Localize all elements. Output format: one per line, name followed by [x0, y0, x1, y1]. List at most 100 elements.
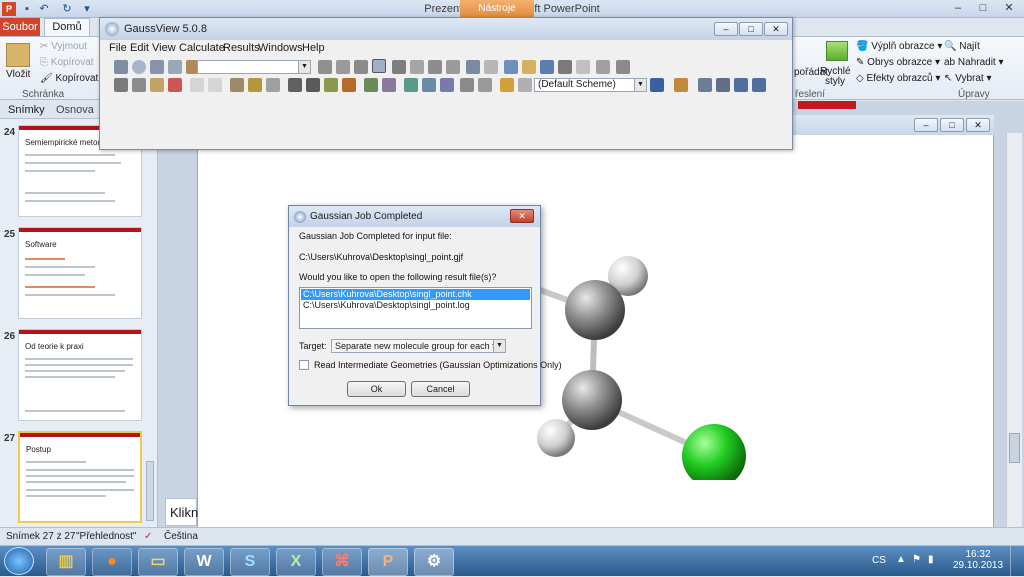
open-icon[interactable]: [522, 60, 536, 74]
r-group-icon[interactable]: [150, 60, 164, 74]
window-cascade-icon[interactable]: [478, 78, 492, 92]
slides-scrollbar[interactable]: [146, 461, 154, 521]
paste-tool-icon[interactable]: [150, 78, 164, 92]
ok-button[interactable]: Ok: [347, 381, 406, 397]
redo-icon[interactable]: ↻: [60, 2, 74, 16]
inquire-icon[interactable]: [372, 59, 386, 73]
redo-tool-icon[interactable]: [208, 78, 222, 92]
fit-icon[interactable]: [440, 78, 454, 92]
r-label-icon[interactable]: [306, 78, 320, 92]
window-layout-icon[interactable]: [698, 78, 712, 92]
shape-fill-button[interactable]: 🪣 Výplň obrazce ▾: [856, 41, 942, 52]
show-desktop-button[interactable]: [1010, 546, 1024, 577]
bond-icon[interactable]: [318, 60, 332, 74]
delete-atom-icon[interactable]: [410, 60, 424, 74]
tool-icon[interactable]: [674, 78, 688, 92]
fragment-combobox[interactable]: ▼: [197, 60, 311, 74]
close-button[interactable]: ✕: [998, 1, 1020, 16]
paste-button[interactable]: Vložit: [6, 69, 30, 80]
zoom-out-icon[interactable]: [422, 78, 436, 92]
dihedral-icon[interactable]: [354, 60, 368, 74]
tab-slides[interactable]: Snímky: [8, 104, 45, 116]
color-scheme-icon[interactable]: [500, 78, 514, 92]
list-icon[interactable]: [616, 60, 630, 74]
taskbar-skype-icon[interactable]: S: [230, 548, 270, 576]
tray-network-icon[interactable]: ▮: [928, 554, 934, 565]
language-indicator[interactable]: Čeština: [164, 531, 198, 542]
globe-icon[interactable]: [650, 78, 664, 92]
scrollbar-thumb[interactable]: [1009, 433, 1020, 463]
menu-results[interactable]: Results: [223, 42, 260, 54]
taskbar-firefox-icon[interactable]: ●: [92, 548, 132, 576]
customize-quick-access-icon[interactable]: ▾: [80, 2, 94, 16]
molecule-window-minimize-button[interactable]: –: [914, 118, 938, 132]
taskbar-winrar-icon[interactable]: ▥: [46, 548, 86, 576]
spellcheck-icon[interactable]: ✓: [144, 531, 152, 542]
taskbar-gaussview-icon[interactable]: ⚙: [414, 548, 454, 576]
slide-thumbnail[interactable]: Software: [18, 227, 142, 319]
tray-expand-icon[interactable]: ▲: [896, 554, 906, 565]
tab-outline[interactable]: Osnova: [56, 104, 94, 116]
carbon-atom[interactable]: [562, 370, 622, 430]
gaussview-minimize-button[interactable]: –: [714, 22, 738, 36]
taskbar-word-icon[interactable]: W: [184, 548, 224, 576]
scheme-settings-icon[interactable]: [518, 78, 532, 92]
taskbar-acrobat-icon[interactable]: ⌘: [322, 548, 362, 576]
theme-name[interactable]: "Přehlednost": [76, 531, 136, 542]
menu-edit[interactable]: Edit: [130, 42, 149, 54]
print-icon[interactable]: [558, 60, 572, 74]
cut-icon[interactable]: [114, 78, 128, 92]
print-preview-icon[interactable]: [576, 60, 590, 74]
quick-styles-button[interactable]: Rychlé styly: [820, 67, 851, 87]
vertical-scrollbar[interactable]: [1006, 133, 1022, 533]
select-button[interactable]: ↖ Vybrat ▾: [944, 73, 992, 84]
paste-icon[interactable]: [6, 43, 30, 67]
powerpoint-app-icon[interactable]: P: [2, 2, 16, 16]
render-icon[interactable]: [266, 78, 280, 92]
menu-calculate[interactable]: Calculate: [179, 42, 225, 54]
color-scheme-combobox[interactable]: (Default Scheme) ▼: [534, 78, 647, 92]
builder-icon[interactable]: [114, 60, 128, 74]
maximize-button[interactable]: □: [972, 1, 994, 16]
menu-windows[interactable]: Windows: [258, 42, 303, 54]
back-arrow-icon[interactable]: [734, 78, 748, 92]
symmetrize-icon[interactable]: [466, 60, 480, 74]
copy-button[interactable]: ⎘ Kopírovat: [40, 57, 94, 68]
undo-tool-icon[interactable]: [190, 78, 204, 92]
angle-icon[interactable]: [336, 60, 350, 74]
painter-icon[interactable]: [248, 78, 262, 92]
shape-effects-button[interactable]: ◇ Efekty obrazců ▾: [856, 73, 940, 84]
bonds-icon[interactable]: [324, 78, 338, 92]
hydrogen-tool-icon[interactable]: [230, 78, 244, 92]
save-icon[interactable]: ▪: [20, 2, 34, 16]
cut-button[interactable]: ✂ Vyjmout: [40, 41, 87, 52]
image-export-icon[interactable]: [596, 60, 610, 74]
tab-file[interactable]: Soubor: [0, 18, 40, 36]
rebond-icon[interactable]: [446, 60, 460, 74]
taskbar-explorer-icon[interactable]: ▭: [138, 548, 178, 576]
list-item[interactable]: C:\Users\Kuhrova\Desktop\singl_point.log: [301, 300, 530, 311]
intermediate-geometries-checkbox[interactable]: [299, 360, 309, 370]
dialog-close-button[interactable]: ✕: [510, 209, 534, 223]
grid-icon[interactable]: [716, 78, 730, 92]
text-label-icon[interactable]: [288, 78, 302, 92]
ring-fragment-icon[interactable]: [132, 60, 146, 74]
start-button[interactable]: [4, 547, 34, 575]
gaussview-maximize-button[interactable]: □: [739, 22, 763, 36]
drawing-tools-context-tab[interactable]: Nástroje kreslení: [460, 0, 534, 32]
slide-thumbnail-selected[interactable]: Postup: [18, 431, 142, 523]
tab-home[interactable]: Domů: [44, 18, 90, 36]
chlorine-atom[interactable]: [682, 424, 746, 480]
replace-button[interactable]: ab Nahradit ▾: [944, 57, 1004, 68]
minimize-button[interactable]: –: [947, 1, 969, 16]
gaussview-close-button[interactable]: ✕: [764, 22, 788, 36]
clean-icon[interactable]: [428, 60, 442, 74]
window-tile-icon[interactable]: [460, 78, 474, 92]
cartesian-axes-icon[interactable]: [364, 78, 378, 92]
notes-pane[interactable]: Klikn: [165, 498, 198, 526]
carbon-atom[interactable]: [565, 280, 625, 340]
molecule-window-maximize-button[interactable]: □: [940, 118, 964, 132]
list-item-selected[interactable]: C:\Users\Kuhrova\Desktop\singl_point.chk: [301, 289, 530, 300]
menu-view[interactable]: View: [152, 42, 176, 54]
symmetry-icon[interactable]: [382, 78, 396, 92]
